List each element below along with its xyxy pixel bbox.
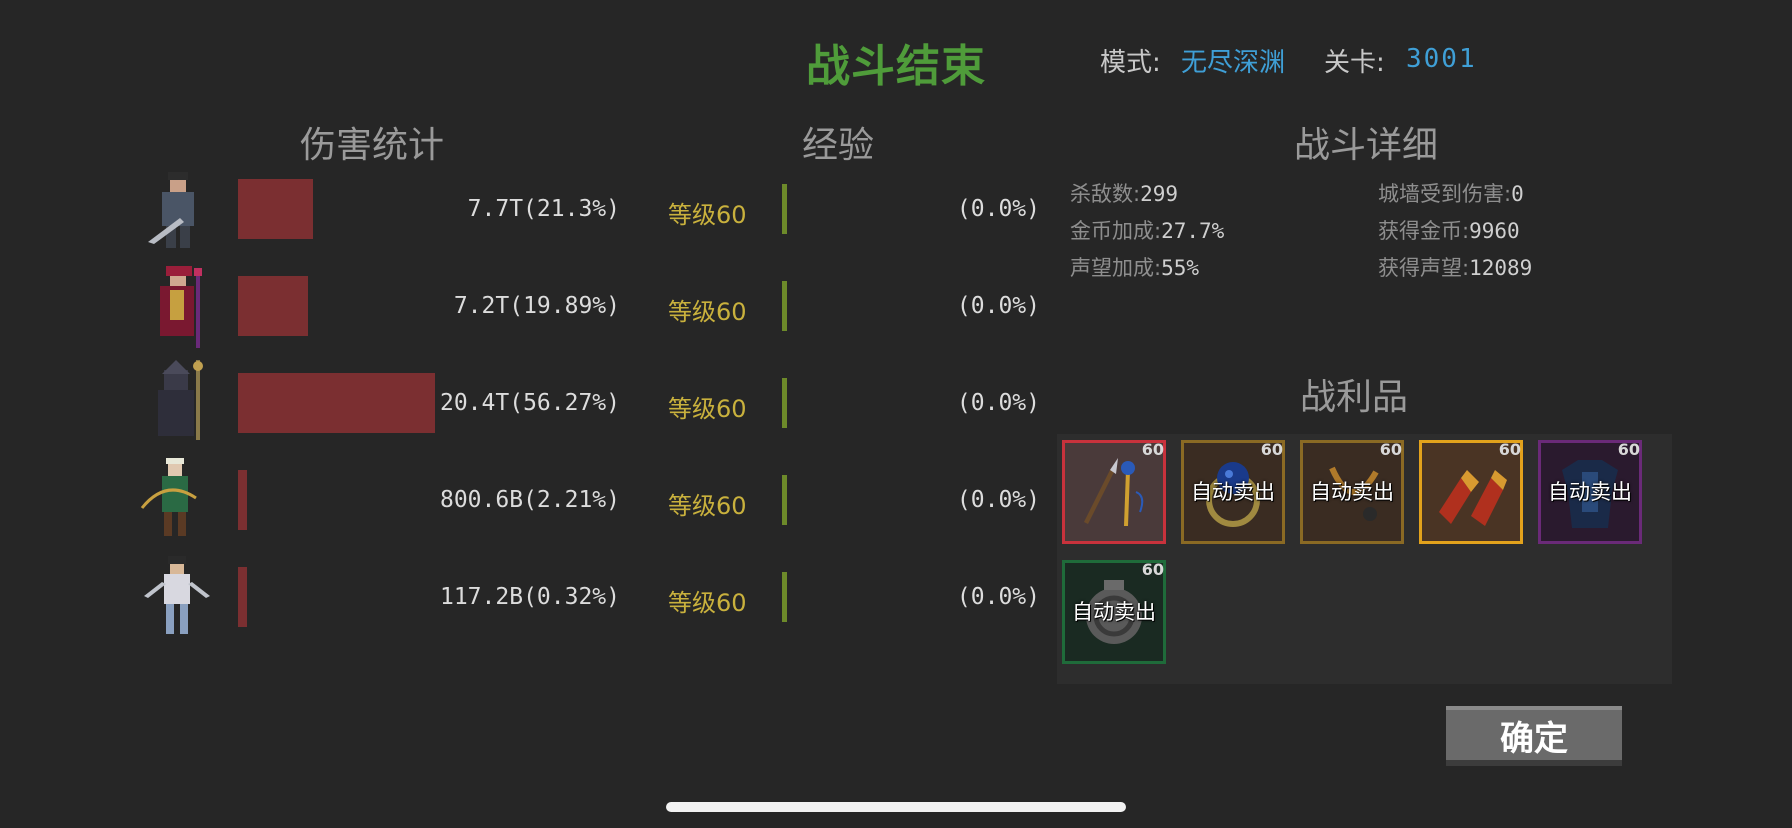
gold-earned-value: 9960 <box>1469 219 1520 243</box>
damage-value: 20.4T(56.27%) <box>439 390 620 416</box>
damage-bar <box>238 567 247 627</box>
exp-value: (0.0%) <box>956 293 1040 319</box>
loot-level: 60 <box>1141 440 1164 459</box>
loot-slot[interactable]: 60 <box>1058 436 1170 548</box>
exp-bar <box>782 378 787 428</box>
hero-portrait-assassin-icon[interactable] <box>138 556 216 640</box>
mode-value: 无尽深渊 <box>1181 48 1286 78</box>
battle-details-title: 战斗详细 <box>1294 125 1439 166</box>
hero-portrait-archer-icon[interactable] <box>136 458 214 542</box>
loot-level: 60 <box>1379 440 1402 459</box>
wall-damage-label: 城墙受到伤害: <box>1378 182 1512 206</box>
battle-end-title: 战斗结束 <box>806 41 986 92</box>
exp-bar <box>782 281 787 331</box>
stage-value: 3001 <box>1406 44 1477 74</box>
wall-damage-value: 0 <box>1511 182 1524 206</box>
stage-label: 关卡: <box>1324 48 1385 78</box>
hero-portrait-mage-icon[interactable] <box>140 266 218 350</box>
loot-slot[interactable]: 60 <box>1415 436 1527 548</box>
gold-bonus-stat: 金币加成:27.7% <box>1070 215 1224 245</box>
exp-title: 经验 <box>802 125 875 166</box>
kills-stat: 杀敌数:299 <box>1070 178 1178 208</box>
hero-level: 等级60 <box>668 201 747 229</box>
hero-level: 等级60 <box>668 298 747 326</box>
auto-sell-label: 自动卖出 <box>1072 600 1156 624</box>
fame-bonus-value: 55% <box>1161 256 1200 280</box>
loot-level: 60 <box>1498 440 1521 459</box>
home-indicator[interactable] <box>666 802 1126 812</box>
fame-earned-label: 获得声望: <box>1378 256 1470 280</box>
loot-level: 60 <box>1141 560 1164 579</box>
gold-earned-stat: 获得金币:9960 <box>1378 215 1520 245</box>
exp-value: (0.0%) <box>956 196 1040 222</box>
hero-level: 等级60 <box>668 589 747 617</box>
wall-damage-stat: 城墙受到伤害:0 <box>1378 178 1524 208</box>
fame-earned-value: 12089 <box>1469 256 1533 280</box>
kills-label: 杀敌数: <box>1070 182 1141 206</box>
loot-level: 60 <box>1260 440 1283 459</box>
fame-earned-stat: 获得声望:12089 <box>1378 252 1532 282</box>
dual-spear-icon <box>1084 458 1144 526</box>
exp-value: (0.0%) <box>956 584 1040 610</box>
loot-slot[interactable]: 60 自动卖出 <box>1534 436 1646 548</box>
fame-bonus-label: 声望加成: <box>1070 256 1162 280</box>
exp-value: (0.0%) <box>956 487 1040 513</box>
loot-slot[interactable]: 60 自动卖出 <box>1058 556 1170 668</box>
hero-level: 等级60 <box>668 395 747 423</box>
loot-slot[interactable]: 60 自动卖出 <box>1177 436 1289 548</box>
gauntlets-icon <box>1439 470 1507 526</box>
mode-label: 模式: <box>1100 48 1161 78</box>
auto-sell-label: 自动卖出 <box>1548 480 1632 504</box>
gold-bonus-label: 金币加成: <box>1070 219 1162 243</box>
loot-title: 战利品 <box>1300 377 1409 418</box>
damage-value: 7.7T(21.3%) <box>467 196 620 222</box>
damage-bar <box>238 179 313 239</box>
loot-slot[interactable]: 60 自动卖出 <box>1296 436 1408 548</box>
damage-bar <box>238 276 308 336</box>
fame-bonus-stat: 声望加成:55% <box>1070 252 1199 282</box>
exp-value: (0.0%) <box>956 390 1040 416</box>
auto-sell-label: 自动卖出 <box>1310 480 1394 504</box>
hero-portrait-knight-icon[interactable] <box>140 170 218 254</box>
confirm-button[interactable]: 确定 <box>1446 706 1622 766</box>
exp-bar <box>782 184 787 234</box>
damage-value: 7.2T(19.89%) <box>453 293 620 319</box>
hero-portrait-warlock-icon[interactable] <box>140 360 218 444</box>
damage-bar <box>238 470 247 530</box>
damage-stats-title: 伤害统计 <box>300 125 445 166</box>
kills-value: 299 <box>1140 182 1179 206</box>
hero-level: 等级60 <box>668 492 747 520</box>
auto-sell-label: 自动卖出 <box>1191 480 1275 504</box>
exp-bar <box>782 475 787 525</box>
gold-bonus-value: 27.7% <box>1161 219 1225 243</box>
damage-value: 800.6B(2.21%) <box>439 487 620 513</box>
exp-bar <box>782 572 787 622</box>
loot-level: 60 <box>1617 440 1640 459</box>
damage-value: 117.2B(0.32%) <box>439 584 620 610</box>
gold-earned-label: 获得金币: <box>1378 219 1470 243</box>
